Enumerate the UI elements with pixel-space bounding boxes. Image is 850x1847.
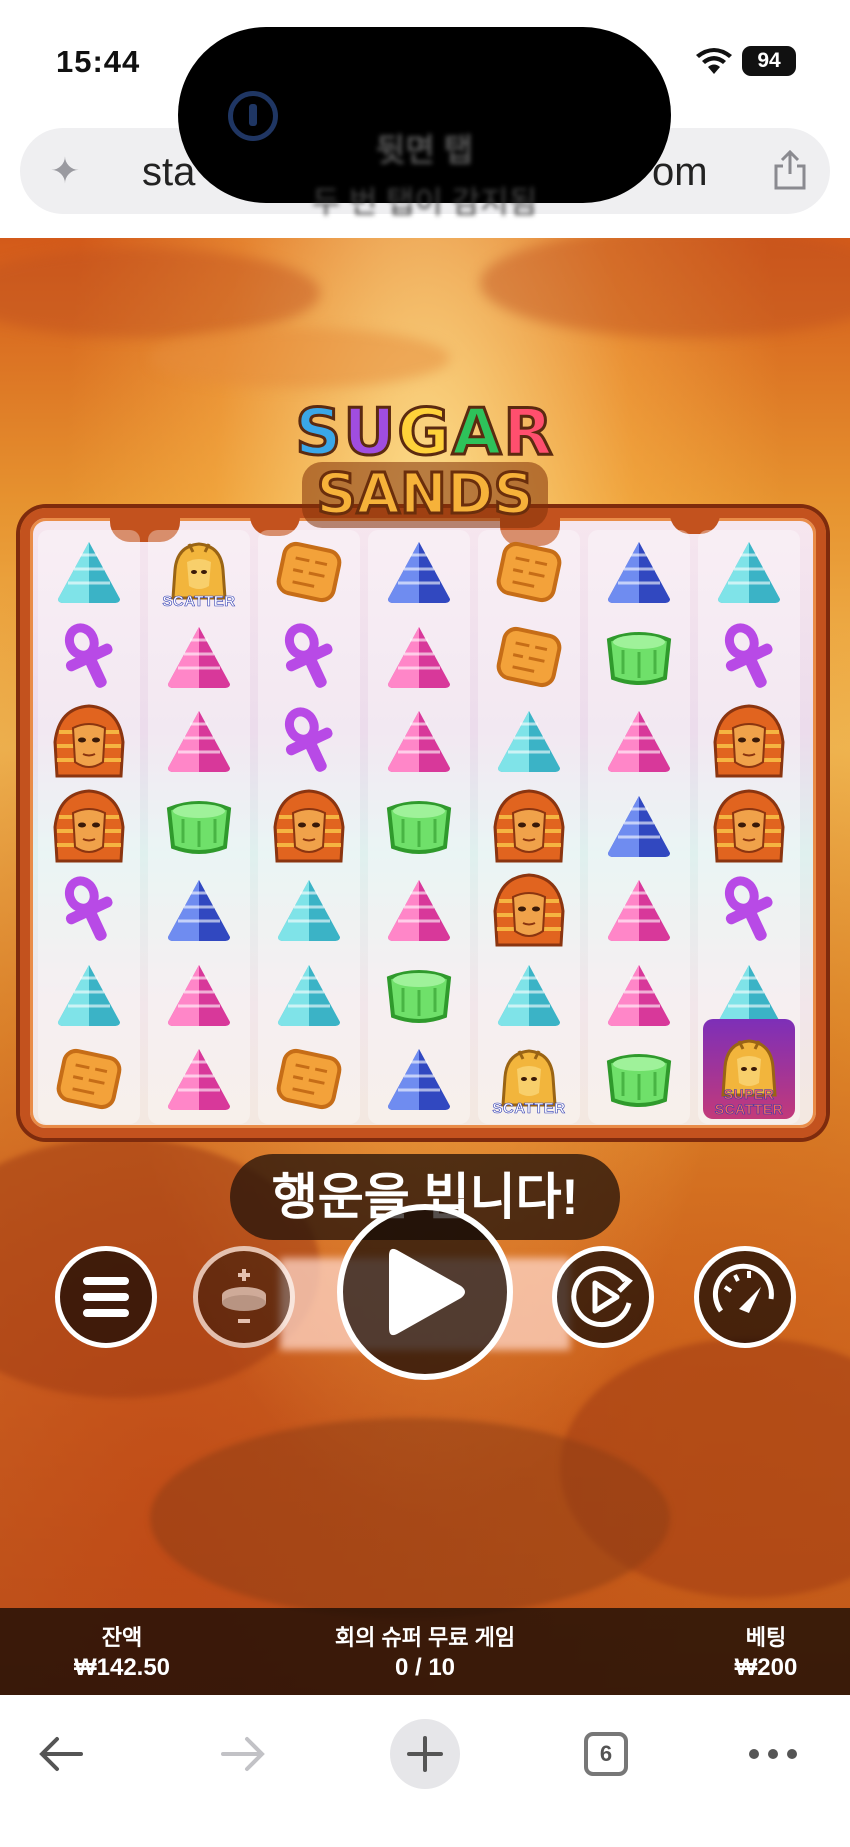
free-games-label: 회의 슈퍼 무료 게임: [334, 1625, 516, 1650]
pyramid-teal-symbol: [43, 532, 135, 612]
pharaoh-symbol: [43, 701, 135, 781]
logo-letter: R: [502, 396, 555, 470]
pyramid-pink-symbol: [593, 701, 685, 781]
logo-letter: U: [342, 396, 398, 470]
share-icon[interactable]: [770, 148, 810, 192]
pyramid-blue-symbol: [153, 870, 245, 950]
tab-count: 6: [584, 1732, 628, 1776]
play-icon: [389, 1248, 465, 1336]
logo-letter: S: [294, 396, 344, 470]
forward-button[interactable]: [208, 1719, 278, 1789]
jelly-green-symbol: [373, 786, 465, 866]
logo-letter: A: [450, 396, 504, 470]
autoplay-icon: [571, 1266, 633, 1328]
pyramid-pink-symbol: [153, 1039, 245, 1119]
jelly-green-symbol: [373, 955, 465, 1035]
pyramid-pink-symbol: [153, 955, 245, 1035]
scatter-label-line: SCATTER: [714, 1101, 784, 1117]
back-button[interactable]: [26, 1719, 96, 1789]
scatter-symbol: SCATTER: [483, 1039, 575, 1119]
bet-value: ₩200: [734, 1654, 798, 1681]
notification-title: 뒷면 탭: [375, 132, 474, 168]
pyramid-teal-symbol: [263, 955, 355, 1035]
sparkle-icon[interactable]: ✦: [44, 150, 86, 192]
notification-island[interactable]: 뒷면 탭 두 번 탭이 감지됨: [178, 27, 671, 220]
game-info-bar: 잔액 ₩142.50 회의 슈퍼 무료 게임 0 / 10 베팅 ₩200: [0, 1608, 850, 1695]
pharaoh-symbol: [263, 786, 355, 866]
pyramid-blue-symbol: [593, 532, 685, 612]
ankh-purple-symbol: [43, 617, 135, 697]
bet-label: 베팅: [745, 1625, 787, 1650]
scatter-label: SCATTER: [492, 1100, 566, 1118]
pyramid-pink-symbol: [373, 701, 465, 781]
pyramid-teal-symbol: [483, 955, 575, 1035]
pyramid-teal-symbol: [263, 870, 355, 950]
free-games-value: 0 / 10: [394, 1654, 456, 1681]
coin-stack-icon: [222, 1269, 266, 1323]
ankh-purple-symbol: [263, 701, 355, 781]
scatter-label: SCATTER: [162, 593, 236, 611]
pharaoh-symbol: [483, 870, 575, 950]
more-icon: [749, 1749, 797, 1759]
pharaoh-symbol: [43, 786, 135, 866]
pyramid-pink-symbol: [153, 617, 245, 697]
jelly-green-symbol: [593, 617, 685, 697]
pharaoh-symbol: [483, 786, 575, 866]
more-button[interactable]: [738, 1719, 808, 1789]
spin-button[interactable]: [337, 1204, 513, 1380]
autoplay-button[interactable]: [552, 1246, 654, 1348]
turbo-button[interactable]: [694, 1246, 796, 1348]
pharaoh-symbol: [703, 786, 795, 866]
logo-sugar: SUGAR: [0, 396, 850, 470]
logo-letter: G: [396, 396, 452, 470]
pyramid-teal-symbol: [703, 532, 795, 612]
balance-label: 잔액: [101, 1625, 143, 1650]
balance-value: ₩142.50: [73, 1654, 171, 1681]
logo-sands: SANDS: [302, 461, 548, 529]
pyramid-pink-symbol: [373, 617, 465, 697]
menu-button[interactable]: [55, 1246, 157, 1348]
tabs-button[interactable]: 6: [571, 1719, 641, 1789]
bet-adjust-button[interactable]: [193, 1246, 295, 1348]
super-label-line: SUPER: [723, 1086, 775, 1102]
pharaoh-symbol: [703, 701, 795, 781]
new-tab-button[interactable]: [390, 1719, 460, 1789]
pyramid-blue-symbol: [373, 532, 465, 612]
menu-icon: [83, 1277, 129, 1317]
jelly-green-symbol: [153, 786, 245, 866]
status-time: 15:44: [56, 44, 141, 79]
tablet-orange-symbol: [43, 1039, 135, 1119]
jelly-green-symbol: [593, 1039, 685, 1119]
forward-arrow-icon: [221, 1737, 265, 1771]
pyramid-pink-symbol: [593, 955, 685, 1035]
notification-subtitle: 두 번 탭이 감지됨: [311, 185, 538, 220]
pyramid-pink-symbol: [373, 870, 465, 950]
tablet-orange-symbol: [483, 617, 575, 697]
ankh-purple-symbol: [703, 870, 795, 950]
game-logo: SUGAR SANDS: [0, 396, 850, 529]
tablet-orange-symbol: [483, 532, 575, 612]
pyramid-pink-symbol: [593, 870, 685, 950]
plus-icon: [407, 1736, 443, 1772]
pyramid-teal-symbol: [43, 955, 135, 1035]
back-arrow-icon: [39, 1737, 83, 1771]
super-scatter-label: SUPER SCATTER: [703, 1086, 795, 1117]
battery-indicator: 94: [742, 46, 796, 76]
tablet-orange-symbol: [263, 1039, 355, 1119]
speedometer-icon: [712, 1263, 774, 1313]
ankh-purple-symbol: [263, 617, 355, 697]
pyramid-blue-symbol: [373, 1039, 465, 1119]
wifi-icon: [696, 48, 732, 74]
reel-grid: SCATTER SCATTER SUPER SCATTER: [20, 508, 826, 1138]
ankh-purple-symbol: [703, 617, 795, 697]
tablet-orange-symbol: [263, 532, 355, 612]
scatter-symbol: SCATTER: [153, 532, 245, 612]
pyramid-teal-symbol: [483, 701, 575, 781]
game-canvas[interactable]: SUGAR SANDS SCATTER SCATTER SUPER SCATTER 행…: [0, 238, 850, 1695]
ankh-purple-symbol: [43, 870, 135, 950]
pyramid-pink-symbol: [153, 701, 245, 781]
super-scatter-symbol: SUPER SCATTER: [703, 1019, 795, 1119]
browser-toolbar: 6: [0, 1695, 850, 1847]
pyramid-blue-symbol: [593, 786, 685, 866]
